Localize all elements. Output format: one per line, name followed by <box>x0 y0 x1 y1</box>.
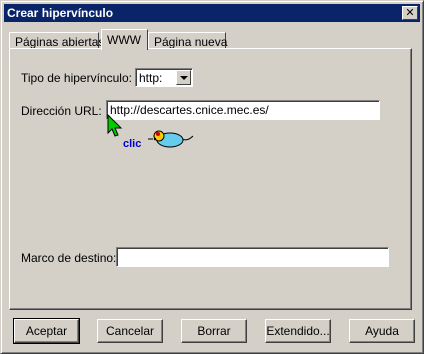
link-type-select[interactable]: http: <box>135 68 193 87</box>
dialog-title: Crear hipervínculo <box>7 6 114 20</box>
tab-label: Página nueva <box>154 35 228 49</box>
cancel-button[interactable]: Cancelar <box>97 319 163 343</box>
tab-label: WWW <box>107 33 141 47</box>
target-frame-input[interactable] <box>116 247 389 267</box>
cursor-arrow-icon <box>107 114 123 137</box>
chevron-down-icon[interactable] <box>176 70 191 85</box>
link-type-value: http: <box>139 71 163 85</box>
close-icon: ✕ <box>405 6 415 19</box>
title-bar[interactable]: Crear hipervínculo ✕ <box>4 4 420 22</box>
url-label: Dirección URL: <box>21 104 102 118</box>
target-frame-label: Marco de destino: <box>21 251 117 265</box>
tab-open-pages[interactable]: Páginas abiertas <box>9 32 104 49</box>
mouse-icon <box>148 130 194 148</box>
help-button[interactable]: Ayuda <box>349 319 415 343</box>
extended-button[interactable]: Extendido... <box>265 319 331 343</box>
tab-label: Páginas abiertas <box>15 35 105 49</box>
link-type-label: Tipo de hipervínculo: <box>21 71 132 85</box>
close-button[interactable]: ✕ <box>402 6 418 20</box>
tab-panel <box>9 48 412 310</box>
url-input[interactable] <box>106 100 380 120</box>
tab-new-page[interactable]: Página nueva <box>148 32 228 49</box>
accept-button[interactable]: Aceptar <box>13 318 80 344</box>
clear-button[interactable]: Borrar <box>181 319 247 343</box>
tab-www[interactable]: WWW <box>101 29 148 50</box>
click-label: clic <box>123 138 142 150</box>
